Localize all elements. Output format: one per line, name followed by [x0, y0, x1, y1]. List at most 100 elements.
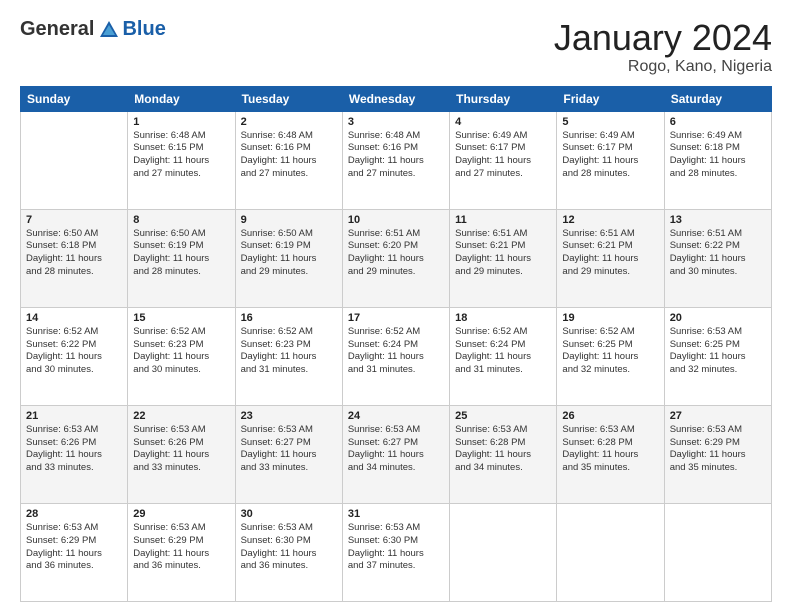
- day-info: Sunrise: 6:52 AMSunset: 6:22 PMDaylight:…: [26, 326, 122, 377]
- day-of-week-header: Friday: [557, 86, 664, 111]
- calendar-day-cell: [450, 503, 557, 601]
- calendar-week-row: 28 Sunrise: 6:53 AMSunset: 6:29 PMDayligh…: [21, 503, 772, 601]
- day-info: Sunrise: 6:53 AMSunset: 6:26 PMDaylight:…: [133, 424, 229, 475]
- day-info: Sunrise: 6:53 AMSunset: 6:25 PMDaylight:…: [670, 326, 766, 377]
- day-info: Sunrise: 6:53 AMSunset: 6:28 PMDaylight:…: [455, 424, 551, 475]
- title-block: January 2024 Rogo, Kano, Nigeria: [554, 18, 772, 76]
- calendar-day-cell: [557, 503, 664, 601]
- calendar-day-cell: 8 Sunrise: 6:50 AMSunset: 6:19 PMDaylight…: [128, 209, 235, 307]
- day-number: 5: [562, 116, 658, 128]
- day-number: 16: [241, 312, 337, 324]
- calendar-day-cell: 30Sunrise: 6:53 AMSunset: 6:30 PMDayligh…: [235, 503, 342, 601]
- location: Rogo, Kano, Nigeria: [554, 58, 772, 76]
- day-info: Sunrise: 6:53 AMSunset: 6:27 PMDaylight:…: [348, 424, 444, 475]
- day-info: Sunrise: 6:49 AMSunset: 6:17 PMDaylight:…: [455, 130, 551, 181]
- day-number: 6: [670, 116, 766, 128]
- calendar-day-cell: 7 Sunrise: 6:50 AMSunset: 6:18 PMDaylight…: [21, 209, 128, 307]
- day-number: 28: [26, 508, 122, 520]
- calendar-day-cell: 9 Sunrise: 6:50 AMSunset: 6:19 PMDaylight…: [235, 209, 342, 307]
- calendar-day-cell: 10Sunrise: 6:51 AMSunset: 6:20 PMDayligh…: [342, 209, 449, 307]
- calendar-day-cell: 28 Sunrise: 6:53 AMSunset: 6:29 PMDayligh…: [21, 503, 128, 601]
- calendar-day-cell: [664, 503, 771, 601]
- day-number: 12: [562, 214, 658, 226]
- day-info: Sunrise: 6:50 AMSunset: 6:19 PMDaylight:…: [133, 228, 229, 279]
- calendar-day-cell: 3Sunrise: 6:48 AMSunset: 6:16 PMDaylight…: [342, 111, 449, 209]
- day-number: 24: [348, 410, 444, 422]
- day-number: 15: [133, 312, 229, 324]
- calendar-day-cell: 19 Sunrise: 6:52 AMSunset: 6:25 PMDayligh…: [557, 307, 664, 405]
- day-number: 13: [670, 214, 766, 226]
- calendar-day-cell: 26Sunrise: 6:53 AMSunset: 6:28 PMDayligh…: [557, 405, 664, 503]
- calendar-day-cell: 11Sunrise: 6:51 AMSunset: 6:21 PMDayligh…: [450, 209, 557, 307]
- calendar-day-cell: 23 Sunrise: 6:53 AMSunset: 6:27 PMDayligh…: [235, 405, 342, 503]
- logo-general-text: General: [20, 18, 94, 41]
- day-info: Sunrise: 6:51 AMSunset: 6:21 PMDaylight:…: [562, 228, 658, 279]
- day-info: Sunrise: 6:53 AMSunset: 6:27 PMDaylight:…: [241, 424, 337, 475]
- day-info: Sunrise: 6:53 AMSunset: 6:26 PMDaylight:…: [26, 424, 122, 475]
- calendar-day-cell: 4 Sunrise: 6:49 AMSunset: 6:17 PMDaylight…: [450, 111, 557, 209]
- day-info: Sunrise: 6:53 AMSunset: 6:29 PMDaylight:…: [26, 522, 122, 573]
- day-number: 7: [26, 214, 122, 226]
- header: General Blue January 2024 Rogo, Kano, Ni…: [20, 18, 772, 76]
- logo-icon: [98, 19, 120, 41]
- day-number: 9: [241, 214, 337, 226]
- day-number: 27: [670, 410, 766, 422]
- calendar-day-cell: 12 Sunrise: 6:51 AMSunset: 6:21 PMDayligh…: [557, 209, 664, 307]
- day-info: Sunrise: 6:48 AMSunset: 6:16 PMDaylight:…: [241, 130, 337, 181]
- calendar-day-cell: 27 Sunrise: 6:53 AMSunset: 6:29 PMDayligh…: [664, 405, 771, 503]
- day-info: Sunrise: 6:53 AMSunset: 6:29 PMDaylight:…: [133, 522, 229, 573]
- day-info: Sunrise: 6:52 AMSunset: 6:25 PMDaylight:…: [562, 326, 658, 377]
- day-number: 20: [670, 312, 766, 324]
- day-number: 31: [348, 508, 444, 520]
- logo-blue-text: Blue: [122, 18, 165, 41]
- day-number: 19: [562, 312, 658, 324]
- calendar-week-row: 1Sunrise: 6:48 AMSunset: 6:15 PMDaylight…: [21, 111, 772, 209]
- calendar-day-cell: 6 Sunrise: 6:49 AMSunset: 6:18 PMDaylight…: [664, 111, 771, 209]
- day-info: Sunrise: 6:49 AMSunset: 6:17 PMDaylight:…: [562, 130, 658, 181]
- calendar-table: SundayMondayTuesdayWednesdayThursdayFrid…: [20, 86, 772, 602]
- day-number: 18: [455, 312, 551, 324]
- day-of-week-header: Monday: [128, 86, 235, 111]
- calendar-day-cell: 2 Sunrise: 6:48 AMSunset: 6:16 PMDaylight…: [235, 111, 342, 209]
- day-number: 22: [133, 410, 229, 422]
- calendar-day-cell: 24 Sunrise: 6:53 AMSunset: 6:27 PMDayligh…: [342, 405, 449, 503]
- calendar-day-cell: 5 Sunrise: 6:49 AMSunset: 6:17 PMDaylight…: [557, 111, 664, 209]
- day-info: Sunrise: 6:49 AMSunset: 6:18 PMDaylight:…: [670, 130, 766, 181]
- day-info: Sunrise: 6:51 AMSunset: 6:20 PMDaylight:…: [348, 228, 444, 279]
- day-of-week-header: Tuesday: [235, 86, 342, 111]
- day-info: Sunrise: 6:50 AMSunset: 6:18 PMDaylight:…: [26, 228, 122, 279]
- day-info: Sunrise: 6:53 AMSunset: 6:28 PMDaylight:…: [562, 424, 658, 475]
- calendar-day-cell: [21, 111, 128, 209]
- day-number: 8: [133, 214, 229, 226]
- day-info: Sunrise: 6:52 AMSunset: 6:23 PMDaylight:…: [133, 326, 229, 377]
- calendar-day-cell: 1Sunrise: 6:48 AMSunset: 6:15 PMDaylight…: [128, 111, 235, 209]
- day-info: Sunrise: 6:53 AMSunset: 6:29 PMDaylight:…: [670, 424, 766, 475]
- day-info: Sunrise: 6:53 AMSunset: 6:30 PMDaylight:…: [348, 522, 444, 573]
- day-number: 4: [455, 116, 551, 128]
- day-number: 30: [241, 508, 337, 520]
- day-info: Sunrise: 6:51 AMSunset: 6:21 PMDaylight:…: [455, 228, 551, 279]
- day-info: Sunrise: 6:52 AMSunset: 6:23 PMDaylight:…: [241, 326, 337, 377]
- day-number: 21: [26, 410, 122, 422]
- day-info: Sunrise: 6:52 AMSunset: 6:24 PMDaylight:…: [348, 326, 444, 377]
- day-info: Sunrise: 6:50 AMSunset: 6:19 PMDaylight:…: [241, 228, 337, 279]
- day-of-week-header: Thursday: [450, 86, 557, 111]
- day-of-week-header: Sunday: [21, 86, 128, 111]
- day-number: 29: [133, 508, 229, 520]
- page: General Blue January 2024 Rogo, Kano, Ni…: [0, 0, 792, 612]
- calendar-week-row: 14 Sunrise: 6:52 AMSunset: 6:22 PMDayligh…: [21, 307, 772, 405]
- day-info: Sunrise: 6:52 AMSunset: 6:24 PMDaylight:…: [455, 326, 551, 377]
- day-number: 17: [348, 312, 444, 324]
- day-number: 14: [26, 312, 122, 324]
- day-number: 23: [241, 410, 337, 422]
- calendar-week-row: 7 Sunrise: 6:50 AMSunset: 6:18 PMDaylight…: [21, 209, 772, 307]
- calendar-day-cell: 31 Sunrise: 6:53 AMSunset: 6:30 PMDayligh…: [342, 503, 449, 601]
- calendar-week-row: 21 Sunrise: 6:53 AMSunset: 6:26 PMDayligh…: [21, 405, 772, 503]
- calendar-day-cell: 25Sunrise: 6:53 AMSunset: 6:28 PMDayligh…: [450, 405, 557, 503]
- calendar-day-cell: 17 Sunrise: 6:52 AMSunset: 6:24 PMDayligh…: [342, 307, 449, 405]
- calendar-day-cell: 21 Sunrise: 6:53 AMSunset: 6:26 PMDayligh…: [21, 405, 128, 503]
- day-number: 2: [241, 116, 337, 128]
- logo: General Blue: [20, 18, 166, 41]
- day-number: 1: [133, 116, 229, 128]
- day-of-week-header: Saturday: [664, 86, 771, 111]
